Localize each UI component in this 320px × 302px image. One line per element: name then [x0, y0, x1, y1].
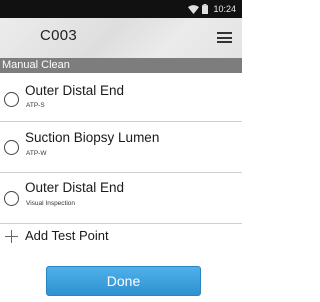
test-point-subtitle: ATP-S — [26, 102, 45, 109]
section-label: Manual Clean — [2, 59, 70, 71]
test-point-title: Suction Biopsy Lumen — [25, 130, 160, 145]
hamburger-menu-icon[interactable] — [217, 32, 232, 43]
radio-icon[interactable] — [4, 191, 19, 206]
plus-icon — [5, 230, 18, 243]
test-point-title: Outer Distal End — [25, 83, 125, 98]
test-point-item[interactable]: Outer Distal End ATP-S — [0, 73, 242, 122]
add-test-point-button[interactable]: Add Test Point — [0, 224, 242, 252]
radio-icon[interactable] — [4, 92, 19, 107]
add-test-point-label: Add Test Point — [25, 228, 109, 243]
status-icons: 10:24 — [188, 3, 236, 15]
wifi-icon — [188, 4, 200, 14]
done-button[interactable]: Done — [46, 266, 201, 296]
radio-icon[interactable] — [4, 140, 19, 155]
test-point-subtitle: Visual Inspection — [26, 200, 76, 207]
status-bar: 10:24 — [0, 0, 242, 18]
test-point-subtitle: ATP-W — [26, 150, 47, 157]
app-header: C003 — [0, 18, 242, 58]
test-point-item[interactable]: Suction Biopsy Lumen ATP-W — [0, 122, 242, 173]
page-title: C003 — [40, 27, 78, 44]
test-point-title: Outer Distal End — [25, 180, 125, 195]
section-header: Manual Clean — [0, 58, 242, 73]
battery-icon — [202, 4, 209, 14]
test-point-item[interactable]: Outer Distal End Visual Inspection — [0, 173, 242, 224]
status-time: 10:24 — [213, 4, 236, 14]
